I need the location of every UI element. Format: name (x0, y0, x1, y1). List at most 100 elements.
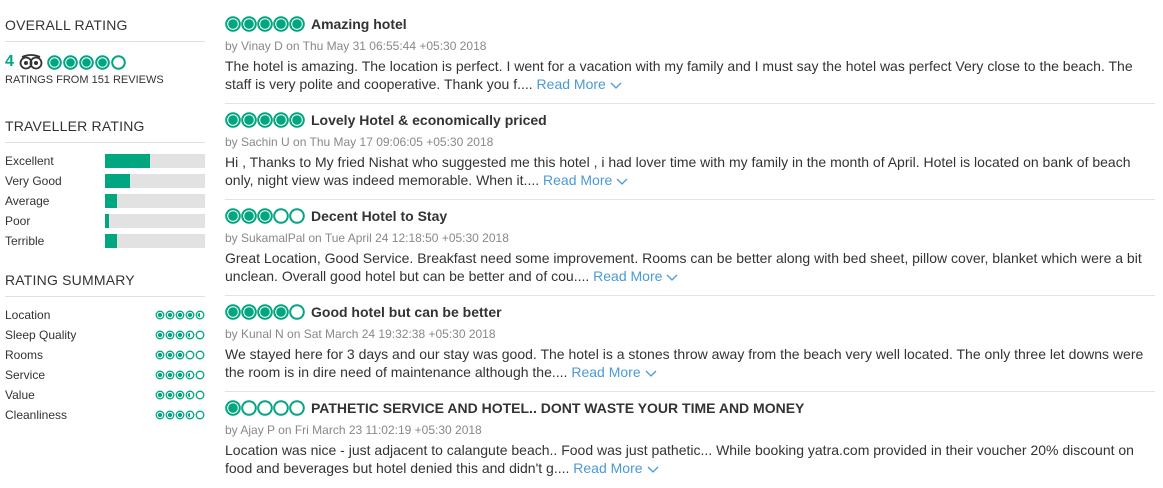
rating-summary-row: Rooms (5, 345, 205, 365)
review-bubble-rating (225, 304, 305, 320)
traveller-rating-row[interactable]: Average (5, 191, 205, 211)
traveller-rating-title: TRAVELLER RATING (5, 118, 145, 134)
traveller-rating-row[interactable]: Very Good (5, 171, 205, 191)
read-more-label: Read More (543, 172, 613, 188)
traveller-rating-label: Average (5, 194, 50, 208)
summary-full-bubble-icon (175, 330, 185, 340)
summary-full-bubble-icon (165, 310, 175, 320)
review-bubble-rating (225, 208, 305, 224)
read-more-link[interactable]: Read More (543, 172, 628, 188)
summary-full-bubble-icon (165, 370, 175, 380)
traveller-rating-row[interactable]: Terrible (5, 231, 205, 251)
rating-summary-row: Sleep Quality (5, 325, 205, 345)
read-more-link[interactable]: Read More (593, 268, 678, 284)
read-more-link[interactable]: Read More (573, 460, 658, 476)
rating-bar-track (105, 154, 205, 168)
review-body: Great Location, Good Service. Breakfast … (225, 249, 1155, 286)
review-full-bubble-icon (241, 304, 257, 320)
review-header: PATHETIC SERVICE AND HOTEL.. DONT WASTE … (225, 400, 804, 416)
review-body: Hi , Thanks to My fried Nishat who sugge… (225, 153, 1155, 190)
summary-bubble-rating (155, 330, 205, 340)
review-title: Amazing hotel (311, 16, 407, 32)
review-card: PATHETIC SERVICE AND HOTEL.. DONT WASTE … (225, 392, 1155, 488)
summary-empty-bubble-icon (185, 350, 195, 360)
ratings-count: RATINGS FROM 151 REVIEWS (5, 74, 164, 86)
summary-bubble-rating (155, 410, 205, 420)
summary-full-bubble-icon (185, 310, 195, 320)
review-text: Hi , Thanks to My fried Nishat who sugge… (225, 154, 1131, 188)
rating-summary-label: Service (5, 368, 46, 382)
rating-bar-fill (105, 214, 109, 228)
review-full-bubble-icon (225, 112, 241, 128)
summary-full-bubble-icon (155, 370, 165, 380)
traveller-rating-row[interactable]: Poor (5, 211, 205, 231)
summary-bubble-rating (155, 350, 205, 360)
read-more-link[interactable]: Read More (571, 364, 657, 380)
rating-summary-label: Rooms (5, 348, 44, 362)
summary-empty-bubble-icon (195, 390, 205, 400)
chevron-down-icon (616, 172, 628, 190)
review-text: The hotel is amazing. The location is pe… (225, 58, 1133, 92)
read-more-label: Read More (573, 460, 643, 476)
overall-rating-title: OVERALL RATING (5, 17, 128, 33)
review-empty-bubble-icon (241, 400, 257, 416)
summary-full-bubble-icon (175, 310, 185, 320)
review-full-bubble-icon (225, 208, 241, 224)
summary-empty-bubble-icon (195, 330, 205, 340)
summary-full-bubble-icon (165, 390, 175, 400)
review-header: Amazing hotel (225, 16, 407, 32)
reviews-list: Amazing hotel by Vinay D on Thu May 31 06… (225, 8, 1155, 488)
rating-summary-label: Value (5, 388, 35, 402)
summary-full-bubble-icon (155, 310, 165, 320)
review-title: Lovely Hotel & economically priced (311, 112, 547, 128)
rating-bar-track (105, 174, 205, 188)
traveller-rating-list: Excellent Very Good Average Poor Terrible (5, 151, 205, 251)
review-full-bubble-icon (257, 16, 273, 32)
review-card: Good hotel but can be better by Kunal N o… (225, 296, 1155, 392)
review-title: Decent Hotel to Stay (311, 208, 448, 224)
review-empty-bubble-icon (273, 400, 289, 416)
read-more-link[interactable]: Read More (537, 76, 622, 92)
overall-full-bubble-icon (79, 54, 94, 70)
summary-full-bubble-icon (175, 370, 185, 380)
review-full-bubble-icon (257, 304, 273, 320)
divider (5, 142, 205, 143)
traveller-rating-label: Terrible (5, 234, 45, 248)
read-more-label: Read More (593, 268, 663, 284)
summary-half-bubble-icon (185, 410, 195, 420)
rating-bar-track (105, 214, 205, 228)
summary-bubble-rating (155, 390, 205, 400)
rating-summary-row: Location (5, 305, 205, 325)
traveller-rating-row[interactable]: Excellent (5, 151, 205, 171)
traveller-rating-label: Excellent (5, 154, 54, 168)
summary-full-bubble-icon (155, 410, 165, 420)
rating-bar-track (105, 194, 205, 208)
review-empty-bubble-icon (289, 400, 305, 416)
rating-summary-title: RATING SUMMARY (5, 272, 135, 288)
review-full-bubble-icon (241, 112, 257, 128)
summary-half-bubble-icon (195, 310, 205, 320)
summary-bubble-rating (155, 370, 205, 380)
review-bubble-rating (225, 112, 305, 128)
review-title: PATHETIC SERVICE AND HOTEL.. DONT WASTE … (311, 400, 805, 416)
traveller-rating-label: Poor (5, 214, 31, 228)
summary-full-bubble-icon (175, 410, 185, 420)
review-full-bubble-icon (225, 304, 241, 320)
review-meta: by Vinay D on Thu May 31 06:55:44 +05:30… (225, 39, 487, 53)
review-meta: by Ajay P on Fri March 23 11:02:19 +05:3… (225, 423, 482, 437)
rating-summary-label: Sleep Quality (5, 328, 77, 342)
summary-full-bubble-icon (165, 330, 175, 340)
review-full-bubble-icon (241, 208, 257, 224)
rating-bar-fill (105, 194, 117, 208)
rating-bar-fill (105, 234, 117, 248)
review-bubble-rating (225, 400, 305, 416)
review-full-bubble-icon (225, 400, 241, 416)
review-card: Amazing hotel by Vinay D on Thu May 31 06… (225, 8, 1155, 104)
summary-bubble-rating (155, 310, 205, 320)
review-empty-bubble-icon (273, 208, 289, 224)
chevron-down-icon (666, 268, 678, 286)
read-more-label: Read More (536, 76, 606, 92)
summary-full-bubble-icon (165, 350, 175, 360)
chevron-down-icon (610, 76, 622, 94)
review-text: Great Location, Good Service. Breakfast … (225, 250, 1142, 284)
